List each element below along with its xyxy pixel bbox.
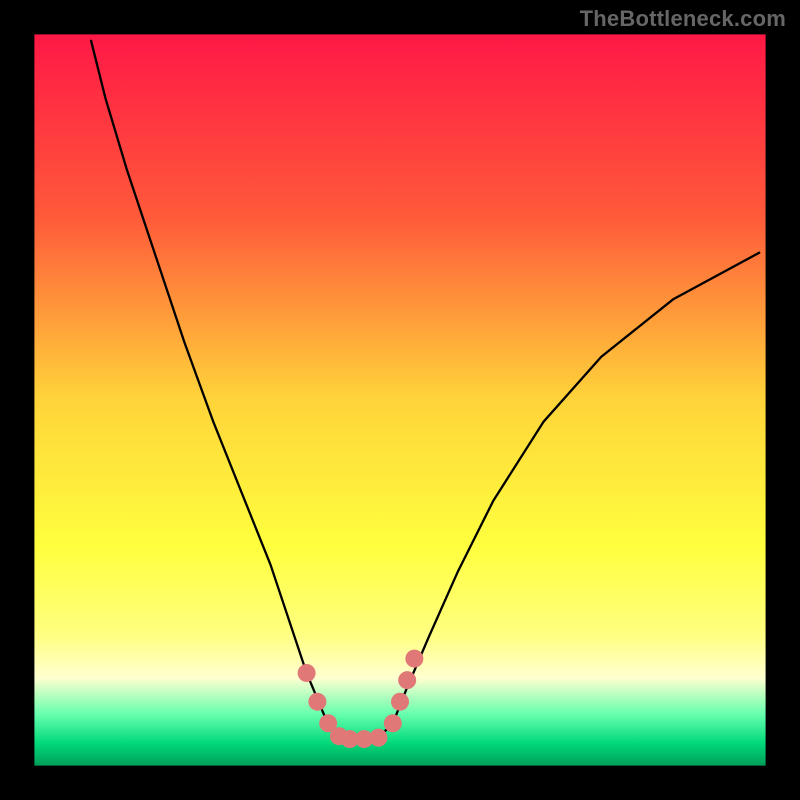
highlight-marker (391, 693, 409, 711)
highlight-marker (398, 671, 416, 689)
highlight-marker (405, 650, 423, 668)
chart-container: TheBottleneck.com (0, 0, 800, 800)
highlight-marker (298, 664, 316, 682)
watermark-text: TheBottleneck.com (580, 6, 786, 32)
highlight-marker (384, 714, 402, 732)
highlight-marker (308, 693, 326, 711)
chart-background (34, 34, 765, 765)
chart-canvas (0, 0, 800, 800)
highlight-marker (369, 729, 387, 747)
